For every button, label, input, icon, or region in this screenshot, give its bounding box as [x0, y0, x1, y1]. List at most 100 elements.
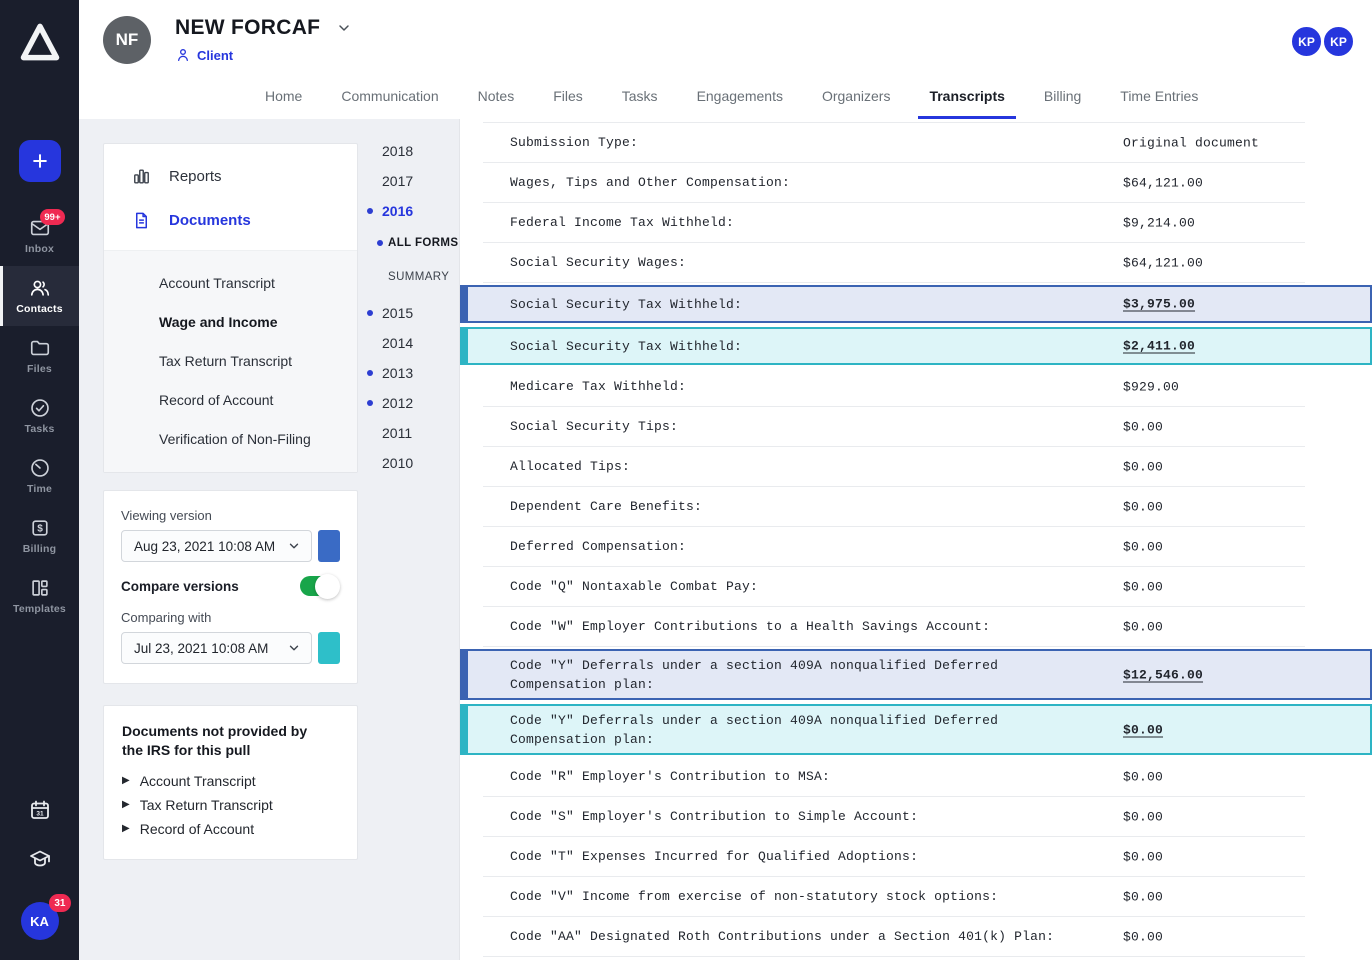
- not-provided-item[interactable]: ▶Account Transcript: [122, 769, 339, 793]
- comparing-with-select[interactable]: Jul 23, 2021 10:08 AM: [121, 632, 312, 664]
- transcript-row[interactable]: Code "S" Employer's Contribution to Simp…: [483, 797, 1305, 837]
- tab-billing[interactable]: Billing: [1044, 88, 1081, 119]
- menu-item-documents[interactable]: Documents: [104, 198, 357, 242]
- row-value: $0.00: [1123, 809, 1163, 824]
- selected-dot: [367, 208, 373, 214]
- contacts-icon: [29, 277, 51, 299]
- transcript-row[interactable]: Social Security Tax Withheld:$2,411.00: [460, 327, 1372, 365]
- user-avatar-wrap: KA 31: [21, 902, 59, 940]
- transcript-row[interactable]: Code "Y" Deferrals under a section 409A …: [460, 649, 1372, 700]
- year-item-2011[interactable]: 2011: [358, 418, 459, 448]
- year-item-2012[interactable]: 2012: [358, 388, 459, 418]
- year-item-2017[interactable]: 2017: [358, 166, 459, 196]
- tab-home[interactable]: Home: [265, 88, 302, 119]
- tab-communication[interactable]: Communication: [341, 88, 438, 119]
- not-provided-item-label: Tax Return Transcript: [140, 797, 273, 813]
- transcript-row[interactable]: Federal Income Tax Withheld:$9,214.00: [483, 203, 1305, 243]
- year-item-all-forms[interactable]: ALL FORMS: [358, 226, 459, 260]
- transcript-row[interactable]: Deferred Compensation:$0.00: [483, 527, 1305, 567]
- year-label: SUMMARY: [388, 271, 449, 283]
- transcript-row[interactable]: Code "W" Employer Contributions to a Hea…: [483, 607, 1305, 647]
- transcript-row[interactable]: Submission Type:Original document: [483, 123, 1305, 163]
- document-type-item[interactable]: Record of Account: [104, 380, 357, 419]
- team-avatar[interactable]: KP: [1322, 25, 1355, 58]
- team-avatars: KPKP: [1290, 25, 1355, 58]
- not-provided-item[interactable]: ▶Tax Return Transcript: [122, 793, 339, 817]
- content-area: Reports Documents Account TranscriptWage…: [79, 119, 1372, 960]
- tab-organizers[interactable]: Organizers: [822, 88, 890, 119]
- svg-text:$: $: [37, 523, 43, 534]
- viewing-version-select[interactable]: Aug 23, 2021 10:08 AM: [121, 530, 312, 562]
- client-type-link[interactable]: Client: [175, 47, 352, 63]
- sidebar-item-tasks[interactable]: Tasks: [0, 386, 79, 446]
- transcript-row[interactable]: Code "V" Income from exercise of non-sta…: [483, 877, 1305, 917]
- add-button[interactable]: [19, 140, 61, 182]
- tab-notes[interactable]: Notes: [478, 88, 515, 119]
- document-type-item[interactable]: Account Transcript: [104, 263, 357, 302]
- year-label: 2013: [382, 365, 413, 381]
- menu-item-label: Documents: [169, 212, 251, 229]
- transcript-row[interactable]: Code "T" Expenses Incurred for Qualified…: [483, 837, 1305, 877]
- user-notification-badge: 31: [49, 894, 70, 912]
- not-provided-list: ▶Account Transcript▶Tax Return Transcrip…: [122, 769, 339, 841]
- transcript-row[interactable]: Code "AA" Designated Roth Contributions …: [483, 917, 1305, 957]
- year-item-2010[interactable]: 2010: [358, 448, 459, 478]
- calendar-icon[interactable]: 31: [28, 798, 52, 822]
- transcript-row[interactable]: Social Security Tips:$0.00: [483, 407, 1305, 447]
- transcript-row[interactable]: Dependent Care Benefits:$0.00: [483, 487, 1305, 527]
- menu-item-reports[interactable]: Reports: [104, 154, 357, 198]
- transcript-row[interactable]: Allocated Tips:$0.00: [483, 447, 1305, 487]
- document-type-item[interactable]: Tax Return Transcript: [104, 341, 357, 380]
- year-label: 2015: [382, 305, 413, 321]
- transcript-row[interactable]: Wages, Tips and Other Compensation:$64,1…: [483, 163, 1305, 203]
- transcript-row[interactable]: Code "Y" Deferrals under a section 409A …: [460, 704, 1372, 755]
- row-value: $0.00: [1123, 499, 1163, 514]
- transcript-row[interactable]: Social Security Wages:$64,121.00: [483, 243, 1305, 283]
- year-item-2013[interactable]: 2013: [358, 358, 459, 388]
- templates-icon: [29, 577, 51, 599]
- year-label: 2018: [382, 143, 413, 159]
- sidebar-item-contacts[interactable]: Contacts: [0, 266, 79, 326]
- compare-versions-toggle[interactable]: [300, 576, 338, 596]
- transcript-row[interactable]: Code "Q" Nontaxable Combat Pay:$0.00: [483, 567, 1305, 607]
- tab-time-entries[interactable]: Time Entries: [1120, 88, 1198, 119]
- sidebar-item-billing[interactable]: $Billing: [0, 506, 79, 566]
- tab-files[interactable]: Files: [553, 88, 583, 119]
- client-block: NF NEW FORCAF Client: [103, 16, 352, 64]
- year-label: 2012: [382, 395, 413, 411]
- row-label: Code "Y" Deferrals under a section 409A …: [510, 711, 1015, 749]
- year-item-2015[interactable]: 2015: [358, 298, 459, 328]
- year-item-summary[interactable]: SUMMARY: [358, 260, 459, 294]
- team-avatar[interactable]: KP: [1290, 25, 1323, 58]
- canopy-logo-icon[interactable]: [18, 20, 62, 64]
- not-provided-item[interactable]: ▶Record of Account: [122, 817, 339, 841]
- sidebar-item-files[interactable]: Files: [0, 326, 79, 386]
- sidebar-item-templates[interactable]: Templates: [0, 566, 79, 626]
- tab-transcripts[interactable]: Transcripts: [929, 88, 1004, 119]
- row-value: $0.00: [1123, 579, 1163, 594]
- row-label: Allocated Tips:: [510, 457, 630, 476]
- document-type-item[interactable]: Verification of Non-Filing: [104, 419, 357, 458]
- document-type-item[interactable]: Wage and Income: [104, 302, 357, 341]
- sidebar-item-time[interactable]: Time: [0, 446, 79, 506]
- year-item-2016[interactable]: 2016: [358, 196, 459, 226]
- left-panel: Reports Documents Account TranscriptWage…: [79, 119, 460, 960]
- tab-tasks[interactable]: Tasks: [622, 88, 658, 119]
- sidebar-item-inbox[interactable]: 99+Inbox: [0, 206, 79, 266]
- selected-dot: [377, 240, 383, 246]
- not-provided-item-label: Account Transcript: [140, 773, 256, 789]
- transcript-row[interactable]: Code "R" Employer's Contribution to MSA:…: [483, 757, 1305, 797]
- transcript-row[interactable]: Social Security Tax Withheld:$3,975.00: [460, 285, 1372, 323]
- chevron-down-icon[interactable]: [336, 20, 352, 36]
- row-label: Code "Y" Deferrals under a section 409A …: [510, 656, 1015, 694]
- sidebar-item-label: Files: [27, 363, 52, 375]
- tab-engagements[interactable]: Engagements: [697, 88, 783, 119]
- selected-dot: [367, 310, 373, 316]
- row-value: $0.00: [1123, 722, 1163, 737]
- row-label: Code "AA" Designated Roth Contributions …: [510, 927, 1054, 946]
- years-nav: 2018 20172016ALL FORMS SUMMARY 2015 2014 2013…: [358, 119, 459, 960]
- transcript-row[interactable]: Medicare Tax Withheld:$929.00: [483, 367, 1305, 407]
- graduation-cap-icon[interactable]: [28, 847, 52, 871]
- year-item-2014[interactable]: 2014: [358, 328, 459, 358]
- year-item-2018[interactable]: 2018: [358, 136, 459, 166]
